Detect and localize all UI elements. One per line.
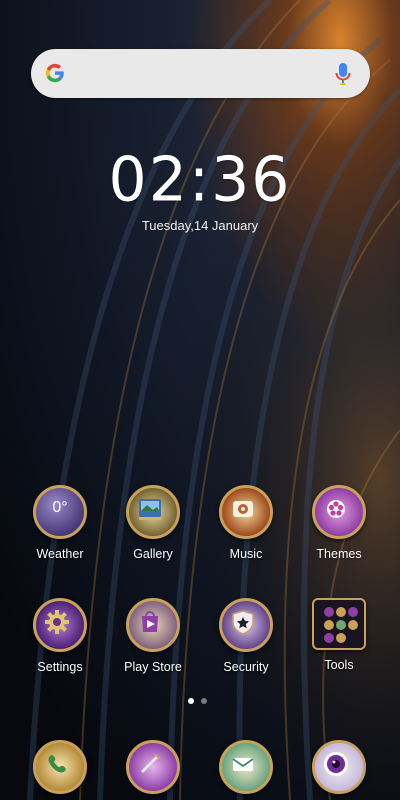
clock-date: Tuesday,14 January — [141, 218, 259, 233]
weather-icon: 0° — [33, 485, 87, 539]
app-label: Themes — [316, 547, 362, 561]
microphone-icon[interactable] — [335, 62, 351, 86]
app-gallery[interactable]: Gallery — [108, 485, 198, 561]
shield-icon — [219, 598, 273, 652]
gallery-icon — [126, 485, 180, 539]
messages-icon — [126, 740, 180, 794]
dock-phone[interactable] — [15, 740, 105, 794]
app-label: Gallery — [133, 547, 173, 561]
app-label: Play Store — [124, 660, 182, 674]
app-music[interactable]: Music — [201, 485, 291, 561]
app-play-store[interactable]: Play Store — [108, 598, 198, 674]
page-dot-active[interactable] — [188, 698, 194, 704]
music-icon — [219, 485, 273, 539]
app-security[interactable]: Security — [201, 598, 291, 674]
weather-temperature: 0° — [52, 499, 68, 516]
app-themes[interactable]: Themes — [294, 485, 384, 561]
folder-icon — [312, 598, 366, 650]
app-label: Tools — [324, 658, 354, 672]
app-weather[interactable]: 0° Weather — [15, 485, 105, 561]
gear-icon — [33, 598, 87, 652]
app-tools-folder[interactable]: Tools — [294, 598, 384, 672]
dock-messages[interactable] — [108, 740, 198, 794]
google-search-bar[interactable] — [31, 49, 370, 98]
clock-time[interactable]: 02:36 — [0, 147, 400, 212]
play-store-icon — [126, 598, 180, 652]
dock-mail[interactable] — [201, 740, 291, 794]
camera-icon — [312, 740, 366, 794]
app-settings[interactable]: Settings — [15, 598, 105, 674]
mail-icon — [219, 740, 273, 794]
app-label: Settings — [37, 660, 83, 674]
app-label: Security — [223, 660, 269, 674]
app-label: Music — [229, 547, 263, 561]
google-logo-icon — [45, 63, 64, 83]
app-label: Weather — [36, 547, 84, 561]
themes-icon — [312, 485, 366, 539]
wallpaper — [0, 0, 400, 800]
phone-icon — [33, 740, 87, 794]
dock-camera[interactable] — [294, 740, 384, 794]
page-dot[interactable] — [201, 698, 207, 704]
